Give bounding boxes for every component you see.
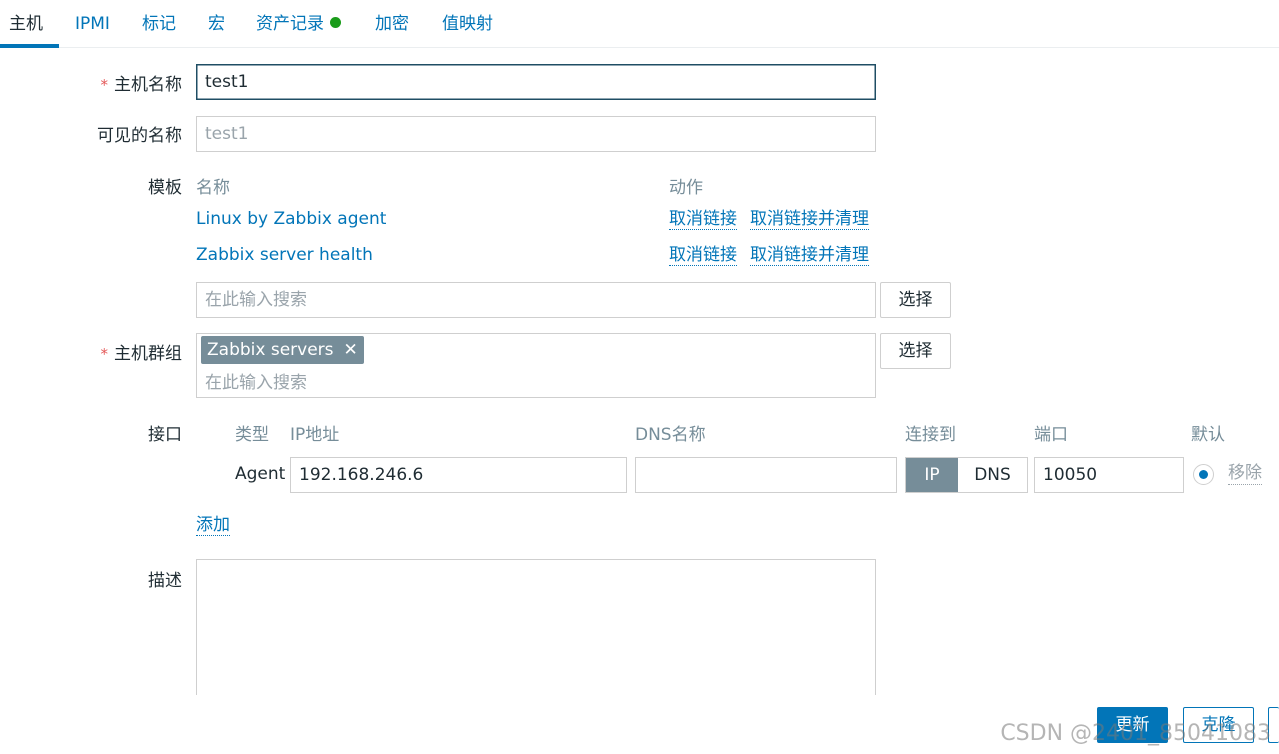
interface-header-type: 类型 xyxy=(235,425,269,445)
template-unlink-clear-button[interactable]: 取消链接并清理 xyxy=(750,209,869,230)
csdn-watermark: CSDN @2401_85041083 xyxy=(1000,721,1271,746)
required-asterisk-icon: * xyxy=(100,345,109,363)
visible-name-input[interactable]: test1 xyxy=(196,116,876,152)
status-dot-icon xyxy=(330,17,341,28)
tab-inventory-label: 资产记录 xyxy=(256,14,324,34)
host-groups-label: * 主机群组 xyxy=(100,344,183,364)
host-group-tag-label: Zabbix servers xyxy=(207,340,334,360)
description-textarea[interactable] xyxy=(196,559,876,695)
template-unlink-clear-button[interactable]: 取消链接并清理 xyxy=(750,245,869,266)
visible-name-placeholder: test1 xyxy=(205,124,249,144)
interfaces-label: 接口 xyxy=(148,425,182,445)
host-group-select-button[interactable]: 选择 xyxy=(880,333,951,369)
connect-to-ip-option[interactable]: IP xyxy=(906,458,958,492)
remove-tag-icon[interactable]: ✕ xyxy=(344,340,358,360)
tab-host[interactable]: 主机 xyxy=(9,12,43,36)
template-search-placeholder: 在此输入搜索 xyxy=(205,290,307,310)
template-select-button[interactable]: 选择 xyxy=(880,282,951,318)
template-link-linux[interactable]: Linux by Zabbix agent xyxy=(196,209,386,229)
interface-remove-button[interactable]: 移除 xyxy=(1228,463,1262,485)
interface-header-default: 默认 xyxy=(1191,425,1225,445)
tab-encryption[interactable]: 加密 xyxy=(375,12,409,36)
active-tab-indicator xyxy=(0,44,59,48)
interface-dns-input[interactable] xyxy=(635,457,897,493)
description-label: 描述 xyxy=(148,571,182,591)
interface-header-port: 端口 xyxy=(1034,425,1068,445)
host-name-input[interactable]: test1 xyxy=(196,64,876,100)
host-group-tag: Zabbix servers ✕ xyxy=(201,336,364,364)
interface-header-connect: 连接到 xyxy=(905,425,956,445)
template-search-input[interactable]: 在此输入搜索 xyxy=(196,282,876,318)
templates-label: 模板 xyxy=(148,178,182,198)
connect-to-dns-option[interactable]: DNS xyxy=(958,458,1027,492)
host-group-search-placeholder: 在此输入搜索 xyxy=(205,373,307,393)
add-interface-link[interactable]: 添加 xyxy=(196,515,230,536)
template-unlink-button[interactable]: 取消链接 xyxy=(669,209,737,230)
tab-value-mapping[interactable]: 值映射 xyxy=(442,12,493,36)
tab-macros[interactable]: 宏 xyxy=(208,12,225,36)
host-name-label: * 主机名称 xyxy=(100,75,183,95)
interface-header-dns: DNS名称 xyxy=(635,425,706,445)
templates-header-name: 名称 xyxy=(196,178,230,198)
tab-inventory[interactable]: 资产记录 xyxy=(256,12,341,36)
template-unlink-button[interactable]: 取消链接 xyxy=(669,245,737,266)
connect-to-toggle: IP DNS xyxy=(905,457,1028,493)
default-interface-radio[interactable] xyxy=(1193,464,1214,485)
required-asterisk-icon: * xyxy=(100,76,109,94)
interface-ip-input[interactable]: 192.168.246.6 xyxy=(290,457,627,493)
template-link-server-health[interactable]: Zabbix server health xyxy=(196,245,373,265)
interface-type: Agent xyxy=(235,464,286,484)
interface-port-input[interactable]: 10050 xyxy=(1034,457,1184,493)
tab-tags[interactable]: 标记 xyxy=(142,12,176,36)
tab-ipmi[interactable]: IPMI xyxy=(75,12,110,36)
tab-bar: 主机 IPMI 标记 宏 资产记录 加密 值映射 xyxy=(0,0,1279,48)
interface-header-ip: IP地址 xyxy=(290,425,340,445)
templates-header-action: 动作 xyxy=(669,178,703,198)
visible-name-label: 可见的名称 xyxy=(97,126,182,146)
